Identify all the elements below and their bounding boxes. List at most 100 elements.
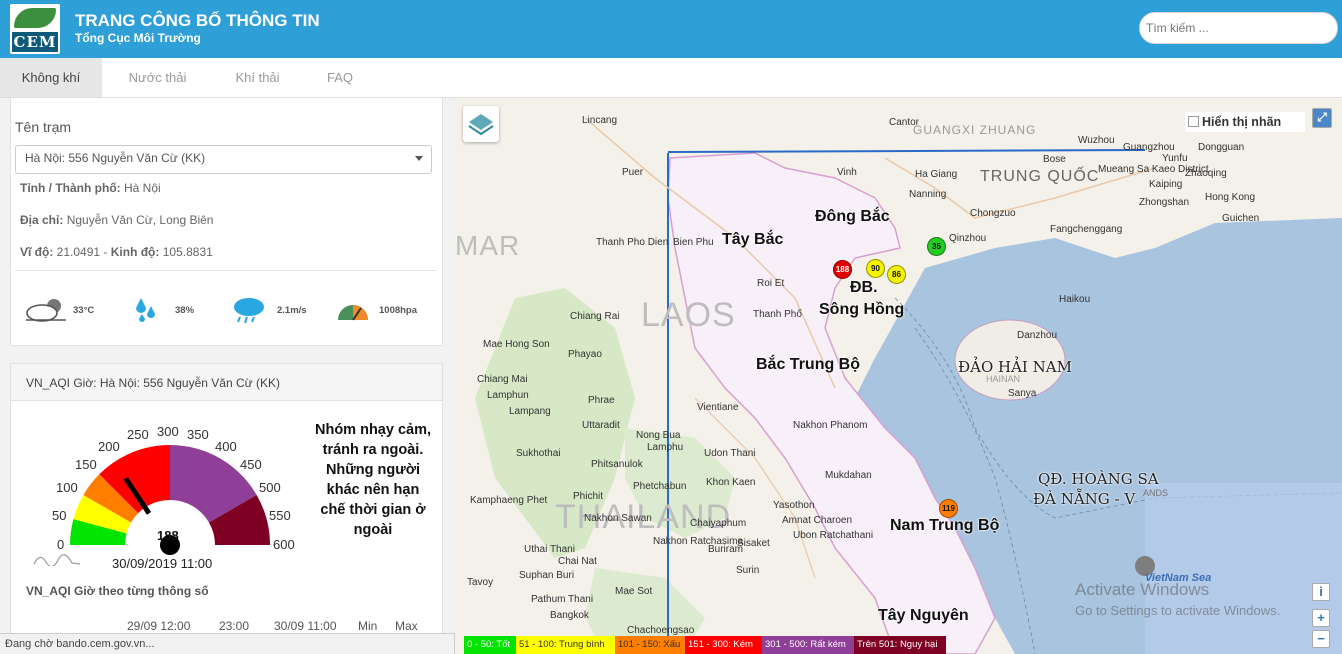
legend-hazardous: Trên 501: Nguy hại [854,636,946,654]
country-label-china: TRUNG QUỐC [980,168,1100,185]
legend-poor: 151 - 300: Kém [685,636,762,654]
tab-khi-thai[interactable]: Khí thải [215,58,300,97]
show-labels-text: Hiển thị nhãn [1202,115,1282,129]
place-label: Chachoengsao [627,625,695,636]
main-tabs: Không khí Nước thải Khí thải FAQ [0,58,1342,98]
search-input[interactable] [1139,12,1338,44]
layers-icon [468,114,494,136]
place-label: Nong Bua [636,430,681,441]
tab-faq[interactable]: FAQ [310,58,370,97]
pressure-gauge-icon [338,305,368,321]
place-label: Qinzhou [949,233,987,244]
aqi-panel-title: VN_AQI Giờ: Hà Nội: 556 Nguyễn Văn Cừ (K… [26,376,281,390]
place-label: Tavoy [467,577,494,588]
zoom-in-icon[interactable]: + [1312,609,1330,627]
place-label: Mae Hong Son [483,339,550,350]
place-label: Yunfu [1162,153,1188,164]
info-icon[interactable]: i [1312,583,1330,601]
aqi-marker[interactable]: 188 [833,260,852,279]
col-header-max: Max [395,619,418,633]
tab-khong-khi[interactable]: Không khí [0,58,102,97]
country-label-mar: MAR [455,230,521,261]
map-base [475,117,1342,654]
water-drops-icon [136,298,155,322]
gauge-label-50: 50 [52,508,67,523]
logo-text: CEM [12,32,58,52]
gauge-label-250: 250 [127,427,149,442]
place-label: Nakhon Ratchasima [653,536,744,547]
place-label: Chiang Mai [477,374,528,385]
place-label: Sanya [1008,388,1037,399]
place-label: Udon Thani [704,448,756,459]
map-view[interactable]: Hiển thị nhãn ⤢ MAR LAOS THAILAND TRUNG … [455,98,1342,654]
place-label: Hong Kong [1205,192,1256,203]
place-label: Thanh Pho Dien [596,237,669,248]
sparkline-icon [33,554,81,566]
place-label: Amnat Charoen [782,515,853,526]
province-label: Tỉnh / Thành phố: [20,181,121,195]
place-label: Guichen [1222,213,1260,224]
region-bac-trung-bo: Bắc Trung Bộ [756,356,861,373]
place-label: Phrae [588,395,615,406]
place-label: Chiang Rai [570,311,620,322]
app-header: CEM TRANG CÔNG BỐ THÔNG TIN Tổng Cục Môi… [0,0,1342,58]
region-da-nang: ĐÀ NẴNG - V [1033,490,1136,508]
place-label: Zhongshan [1139,197,1190,208]
cem-logo[interactable]: CEM [10,4,60,54]
place-label: Phayao [568,349,602,360]
site-subtitle: Tổng Cục Môi Trường [75,31,201,45]
lat-label: Vĩ độ: [20,245,54,259]
layers-button[interactable] [463,106,499,142]
activate-windows-subtitle: Go to Settings to activate Windows. [1075,603,1281,618]
legend-very-poor: 301 - 500: Rất kém [762,636,854,654]
col-header-min: Min [358,619,378,633]
zoom-out-icon[interactable]: − [1312,630,1330,648]
legend-good: 0 - 50: Tốt [464,636,516,654]
country-label-laos: LAOS [641,296,736,334]
place-label: Sukhothai [516,448,561,459]
station-select-value: Hà Nội: 556 Nguyễn Văn Cừ (KK) [25,151,206,165]
place-label: Uthai Thani [524,544,575,555]
region-db-label: ĐB. [850,279,878,296]
place-label: Ha Giang [915,169,958,180]
aqi-marker[interactable]: 90 [866,259,885,278]
aqi-value: 188 [157,528,179,543]
place-label: Surin [736,565,760,576]
aqi-time: 30/09/2019 11:00 [112,556,213,571]
place-label: HAINAN [986,374,1021,384]
gauge-label-400: 400 [215,439,237,454]
aqi-marker[interactable]: 119 [939,499,958,518]
province-row: Tỉnh / Thành phố: Hà Nội [20,181,161,195]
station-select[interactable]: Hà Nội: 556 Nguyễn Văn Cừ (KK) [15,145,432,174]
aqi-advice: Nhóm nhạy cảm, tránh ra ngoài. Những ngư… [314,422,432,538]
show-labels-toggle[interactable]: Hiển thị nhãn [1185,112,1305,132]
place-label: Lincang [582,115,618,126]
lon-label: Kinh độ: [110,245,160,259]
gauge-label-300: 300 [157,424,179,439]
place-label: Mueang Sa Kaeo District [1098,164,1209,175]
caret-down-icon [415,156,423,161]
region-nam-trung-bo: Nam Trung Bộ [890,517,1000,534]
place-label: Chaiyaphum [690,518,747,529]
coords-separator: - [100,245,111,259]
legend-moderate: 51 - 100: Trung bình [516,636,615,654]
site-title: TRANG CÔNG BỐ THÔNG TIN [75,11,320,30]
show-labels-checkbox[interactable] [1188,116,1199,127]
place-label: Dongguan [1198,142,1245,153]
tab-nuoc-thai[interactable]: Nước thải [110,58,205,97]
temperature-value: 33°C [73,305,95,316]
place-label: Nakhon Sawan [584,513,652,524]
aqi-marker[interactable]: 86 [887,265,906,284]
place-label: Guangzhou [1123,142,1175,153]
place-label: Kaiping [1149,179,1183,190]
region-hoang-sa: QĐ. HOÀNG SA [1038,470,1159,488]
place-label: Nakhon Phanom [793,420,868,431]
place-label: Danzhou [1017,330,1058,341]
aqi-marker[interactable]: 35 [927,237,946,256]
region-song-hong: Sông Hồng [819,301,905,318]
col-header-1: 29/09 12:00 [127,619,191,633]
region-tay-nguyen: Tây Nguyên [878,607,969,624]
place-label: Yasothon [773,500,815,511]
fullscreen-icon[interactable]: ⤢ [1312,108,1332,128]
place-label: Mukdahan [825,470,872,481]
